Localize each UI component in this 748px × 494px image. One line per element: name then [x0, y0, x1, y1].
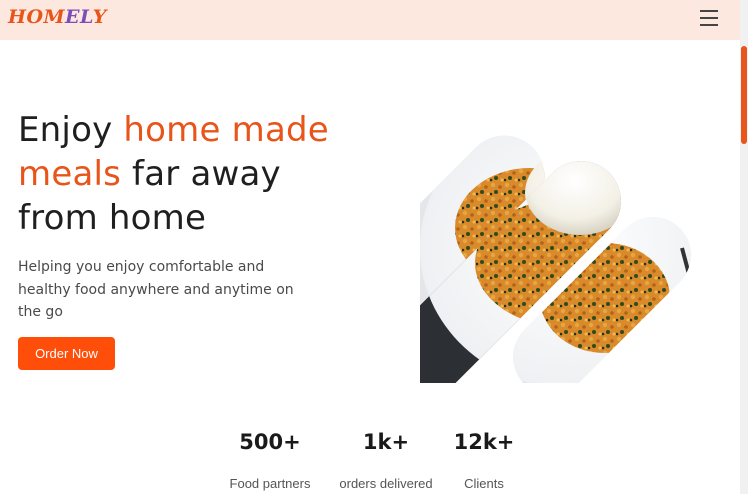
- headline-text-3: from home: [18, 198, 207, 238]
- stat-value-orders-delivered: 1k+: [362, 430, 410, 454]
- stat-label-food-partners: Food partners: [229, 476, 311, 491]
- logo[interactable]: HOMELY: [8, 6, 107, 28]
- hero-headline: Enjoy home made meals far away from home: [18, 108, 358, 240]
- hamburger-menu-icon[interactable]: [698, 8, 722, 28]
- stat-label-clients: Clients: [464, 476, 504, 491]
- stat-label-orders-delivered: orders delivered: [339, 476, 433, 491]
- headline-text-1: Enjoy: [18, 110, 124, 150]
- headline-accent-2: meals: [18, 154, 122, 194]
- logo-text-part3: Y: [92, 6, 107, 28]
- headline-accent-1: home made: [123, 110, 329, 150]
- scrollbar-thumb[interactable]: [741, 46, 747, 144]
- headline-text-2: far away: [121, 154, 281, 194]
- page: HOMELY Enjoy home made meals far away fr…: [0, 0, 748, 494]
- sliced-food-plate-image: [420, 119, 707, 383]
- order-now-button[interactable]: Order Now: [18, 337, 115, 370]
- stat-value-clients: 12k+: [453, 430, 515, 454]
- hero-subtext: Helping you enjoy comfortable and health…: [18, 259, 294, 320]
- logo-text-part1: HOM: [8, 6, 66, 28]
- logo-text-part2: EL: [65, 6, 93, 28]
- stat-value-food-partners: 500+: [239, 430, 301, 454]
- header-bar: HOMELY: [0, 0, 740, 40]
